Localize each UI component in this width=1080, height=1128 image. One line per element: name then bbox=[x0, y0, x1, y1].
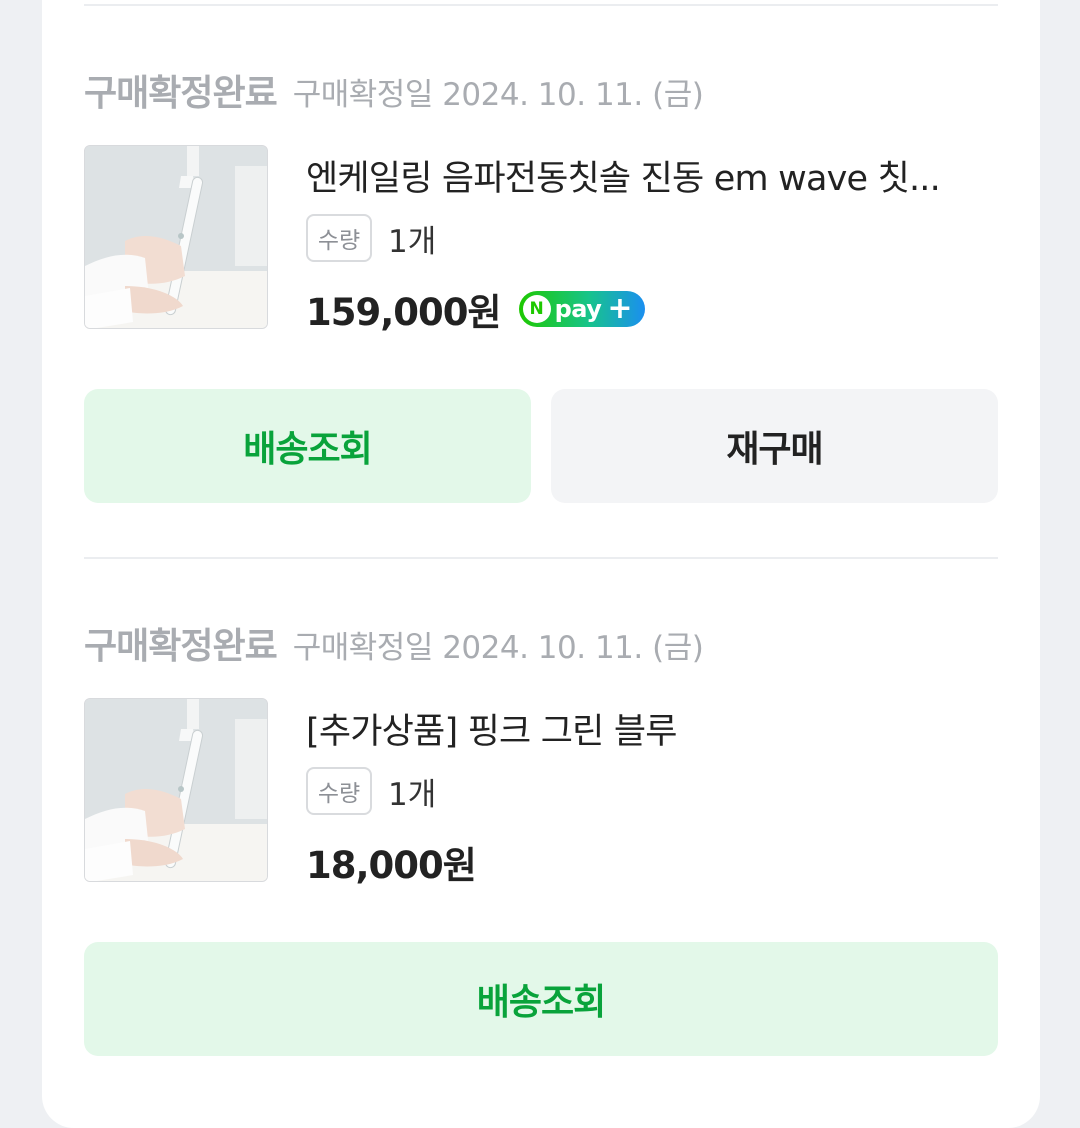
order-status: 구매확정완료 bbox=[84, 626, 278, 667]
quantity-value: 1개 bbox=[388, 776, 437, 813]
product-thumbnail[interactable] bbox=[84, 698, 268, 882]
order-status: 구매확정완료 bbox=[84, 73, 278, 114]
toothbrush-image bbox=[85, 699, 267, 881]
price-row: 159,000원 N pay + bbox=[306, 282, 645, 336]
product-price: 18,000원 bbox=[306, 844, 477, 887]
top-divider bbox=[84, 4, 998, 6]
product-price: 159,000원 bbox=[306, 291, 502, 334]
npay-plus-badge-icon: N pay + bbox=[518, 291, 645, 327]
product-thumbnail[interactable] bbox=[84, 145, 268, 329]
track-delivery-button[interactable]: 배송조회 bbox=[84, 942, 998, 1056]
quantity-label-tag: 수량 bbox=[306, 767, 372, 815]
confirm-date: 구매확정일 2024. 10. 11. (금) bbox=[292, 77, 704, 113]
order-divider bbox=[84, 557, 998, 559]
product-name[interactable]: [추가상품] 핑크 그린 블루 bbox=[306, 703, 996, 754]
product-name[interactable]: 엔케일링 음파전동칫솔 진동 em wave 칫... bbox=[306, 150, 996, 201]
price-row: 18,000원 bbox=[306, 835, 477, 889]
confirm-date: 구매확정일 2024. 10. 11. (금) bbox=[292, 630, 704, 666]
npay-text: pay bbox=[554, 295, 602, 323]
quantity-row: 수량 1개 bbox=[306, 214, 436, 262]
npay-n-icon: N bbox=[522, 295, 551, 323]
toothbrush-image bbox=[85, 146, 267, 328]
order-header: 구매확정완료 구매확정일 2024. 10. 11. (금) bbox=[84, 617, 704, 667]
npay-plus-icon: + bbox=[607, 291, 633, 326]
reorder-button[interactable]: 재구매 bbox=[551, 389, 998, 503]
track-delivery-button[interactable]: 배송조회 bbox=[84, 389, 531, 503]
quantity-value: 1개 bbox=[388, 223, 437, 260]
order-header: 구매확정완료 구매확정일 2024. 10. 11. (금) bbox=[84, 64, 704, 114]
quantity-row: 수량 1개 bbox=[306, 767, 436, 815]
quantity-label-tag: 수량 bbox=[306, 214, 372, 262]
